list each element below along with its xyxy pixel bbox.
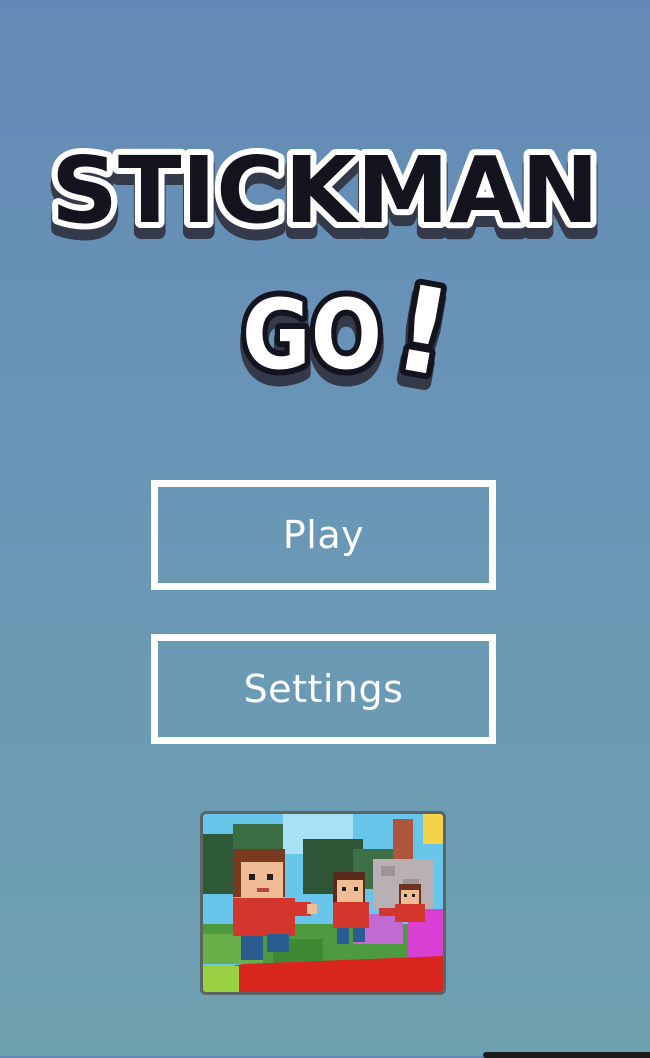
stickman-runners-image [203, 814, 443, 992]
title-line2: GO [242, 279, 382, 391]
game-logo: STICKMAN STICKMAN GO GO ! ! [44, 131, 606, 420]
title-line1: STICKMAN [51, 137, 599, 244]
play-button[interactable]: Play [151, 480, 496, 590]
title-exclaim: ! [384, 258, 461, 403]
promo-thumbnail[interactable] [200, 811, 446, 995]
home-indicator [483, 1052, 650, 1058]
settings-button[interactable]: Settings [151, 634, 496, 744]
